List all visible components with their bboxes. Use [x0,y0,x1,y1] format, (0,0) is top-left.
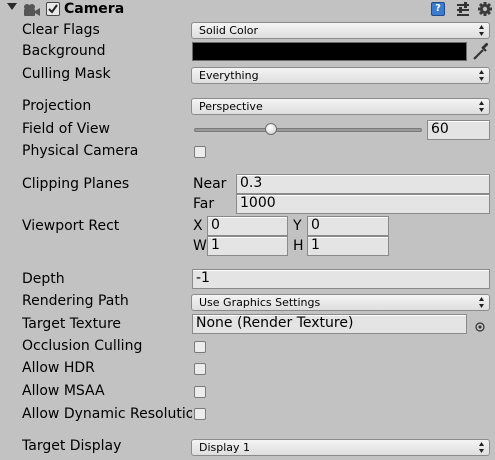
background-color-field[interactable] [192,42,467,61]
target-display-label: Target Display [22,438,122,454]
allow-msaa-checkbox[interactable] [194,386,206,398]
physical-camera-label: Physical Camera [22,143,139,159]
allow-msaa-label: Allow MSAA [22,383,105,399]
clear-flags-label: Clear Flags [22,22,100,38]
preset-icon[interactable] [455,1,471,17]
projection-value: Perspective [199,100,263,113]
physical-camera-checkbox[interactable] [194,146,206,158]
viewport-w-input[interactable]: 1 [207,236,288,256]
culling-mask-label: Culling Mask [22,66,111,82]
field-of-view-slider-thumb[interactable] [265,123,277,135]
foldout-arrow-icon[interactable] [7,3,17,10]
viewport-x-input[interactable]: 0 [207,216,288,236]
dropdown-arrows-icon [479,70,484,81]
clear-flags-value: Solid Color [199,24,259,37]
occlusion-culling-label: Occlusion Culling [22,338,143,354]
viewport-y-label: Y [293,218,302,234]
camera-component-icon [23,2,41,16]
culling-mask-dropdown[interactable]: Everything [191,67,490,84]
field-of-view-slider-track[interactable] [194,128,422,132]
viewport-y-input[interactable]: 0 [307,216,389,236]
dropdown-arrows-icon [479,25,484,36]
field-of-view-label: Field of View [22,121,110,137]
allow-dynamic-resolution-label: Allow Dynamic Resolutio [22,406,192,422]
culling-mask-value: Everything [199,69,259,82]
clipping-planes-label: Clipping Planes [22,176,130,192]
help-icon[interactable]: ? [431,2,445,16]
projection-label: Projection [22,98,92,114]
occlusion-culling-checkbox[interactable] [194,341,206,353]
dropdown-arrows-icon [479,297,484,308]
viewport-x-label: X [193,218,203,234]
viewport-w-label: W [193,238,207,254]
viewport-h-label: H [293,238,304,254]
component-title: Camera [64,1,125,17]
near-label: Near [193,176,227,192]
gear-icon[interactable] [477,1,493,17]
object-picker-icon[interactable] [474,318,486,332]
viewport-rect-label: Viewport Rect [22,218,120,234]
rendering-path-dropdown[interactable]: Use Graphics Settings [191,294,490,311]
allow-dynamic-resolution-checkbox[interactable] [194,408,206,420]
target-display-value: Display 1 [199,441,251,454]
component-enabled-checkbox[interactable] [46,2,60,16]
far-clip-input[interactable]: 1000 [236,194,490,214]
viewport-h-input[interactable]: 1 [307,236,389,256]
depth-input[interactable]: -1 [192,269,490,289]
target-display-dropdown[interactable]: Display 1 [191,439,490,456]
clear-flags-dropdown[interactable]: Solid Color [191,22,490,39]
depth-label: Depth [22,271,65,287]
eyedropper-icon[interactable] [472,41,492,61]
dropdown-arrows-icon [479,442,484,453]
far-label: Far [193,196,215,212]
component-header: Camera ? [0,0,495,19]
target-texture-label: Target Texture [22,316,122,332]
dropdown-arrows-icon [479,101,484,112]
background-label: Background [22,43,106,59]
rendering-path-label: Rendering Path [22,293,129,309]
near-clip-input[interactable]: 0.3 [236,174,490,194]
allow-hdr-checkbox[interactable] [194,363,206,375]
field-of-view-input[interactable]: 60 [427,120,490,140]
projection-dropdown[interactable]: Perspective [191,98,490,115]
allow-hdr-label: Allow HDR [22,360,95,376]
target-texture-field[interactable]: None (Render Texture) [192,314,467,334]
rendering-path-value: Use Graphics Settings [199,296,321,309]
